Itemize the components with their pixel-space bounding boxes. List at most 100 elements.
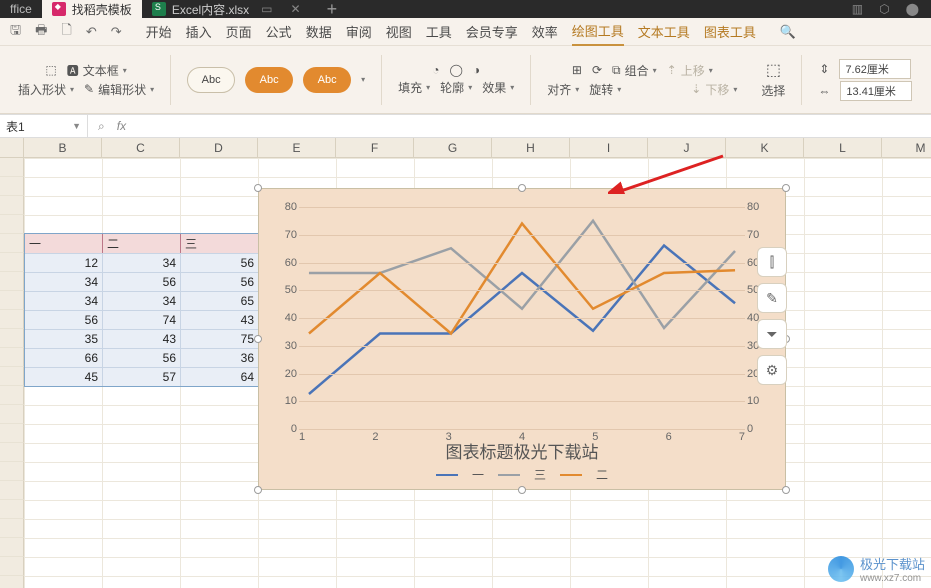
- menu-eff[interactable]: 效率: [532, 18, 558, 45]
- col-L[interactable]: L: [804, 138, 882, 157]
- save-icon[interactable]: 🖫: [10, 21, 21, 43]
- row-header[interactable]: [0, 405, 24, 424]
- table-cell[interactable]: 56: [25, 310, 103, 329]
- row-header[interactable]: [0, 253, 24, 272]
- table-cell[interactable]: 56: [181, 272, 259, 291]
- table-cell[interactable]: 12: [25, 253, 103, 272]
- table-cell[interactable]: 34: [25, 291, 103, 310]
- tab-template[interactable]: 找稻壳模板: [42, 0, 142, 18]
- print-icon[interactable]: 🖶: [35, 21, 47, 43]
- chart-filter-button[interactable]: ⏷: [757, 319, 787, 349]
- row-header[interactable]: [0, 519, 24, 538]
- table-header[interactable]: 三: [181, 234, 259, 253]
- table-cell[interactable]: 43: [103, 329, 181, 348]
- search-icon[interactable]: 🔍: [780, 20, 796, 44]
- menu-view[interactable]: 视图: [386, 18, 412, 45]
- fill-label[interactable]: 填充▾: [398, 79, 430, 96]
- redo-icon[interactable]: ↷: [111, 24, 122, 40]
- name-box[interactable]: 表1▼: [0, 115, 88, 137]
- fill-button[interactable]: ◔: [432, 63, 439, 77]
- row-header[interactable]: [0, 443, 24, 462]
- table-row[interactable]: 345656: [25, 272, 259, 291]
- window-icon-2[interactable]: ⬡: [879, 2, 889, 16]
- row-header[interactable]: [0, 367, 24, 386]
- align-button[interactable]: ⊞: [572, 63, 582, 77]
- plot-area[interactable]: [299, 207, 745, 427]
- row-header[interactable]: [0, 557, 24, 576]
- table-cell[interactable]: 43: [181, 310, 259, 329]
- style-preset-3[interactable]: Abc: [303, 67, 351, 93]
- insert-shape-button[interactable]: ⬚: [45, 63, 56, 77]
- row-header[interactable]: [0, 348, 24, 367]
- table-cell[interactable]: 65: [181, 291, 259, 310]
- outline-label[interactable]: 轮廓▾: [440, 79, 472, 96]
- table-row[interactable]: 354375: [25, 329, 259, 348]
- chart-legend[interactable]: 一三二: [259, 466, 785, 483]
- table-cell[interactable]: 56: [103, 348, 181, 367]
- row-header[interactable]: [0, 177, 24, 196]
- undo-icon[interactable]: ↶: [86, 24, 97, 40]
- fx-icon[interactable]: fx: [117, 119, 126, 133]
- select-all-corner[interactable]: [0, 138, 24, 158]
- table-cell[interactable]: 34: [103, 291, 181, 310]
- table-row[interactable]: 665636: [25, 348, 259, 367]
- table-cell[interactable]: 36: [181, 348, 259, 367]
- table-cell[interactable]: 74: [103, 310, 181, 329]
- tab-workbook[interactable]: Excel内容.xlsx ▭ ✕: [142, 0, 317, 18]
- col-D[interactable]: D: [180, 138, 258, 157]
- col-I[interactable]: I: [570, 138, 648, 157]
- chart-settings-button[interactable]: ⚙: [757, 355, 787, 385]
- menu-insert[interactable]: 插入: [186, 18, 212, 45]
- col-F[interactable]: F: [336, 138, 414, 157]
- col-M[interactable]: M: [882, 138, 931, 157]
- table-row[interactable]: 567443: [25, 310, 259, 329]
- row-header[interactable]: [0, 500, 24, 519]
- table-cell[interactable]: 34: [25, 272, 103, 291]
- col-J[interactable]: J: [648, 138, 726, 157]
- table-cell[interactable]: 64: [181, 367, 259, 386]
- resize-handle-ne[interactable]: [782, 184, 790, 192]
- tab-device-icon[interactable]: ▭: [255, 2, 278, 16]
- row-header[interactable]: [0, 215, 24, 234]
- col-G[interactable]: G: [414, 138, 492, 157]
- worksheet[interactable]: BCDEFGHIJKLM 一二三 12345634565634346556744…: [0, 138, 931, 588]
- menu-text-tools[interactable]: 文本工具: [638, 18, 690, 45]
- preview-icon[interactable]: 🗋: [61, 21, 71, 43]
- edit-shape-button[interactable]: ✎编辑形状▾: [84, 81, 154, 98]
- menu-formula[interactable]: 公式: [266, 18, 292, 45]
- row-header[interactable]: [0, 291, 24, 310]
- table-cell[interactable]: 75: [181, 329, 259, 348]
- table-row[interactable]: 455764: [25, 367, 259, 386]
- group-button[interactable]: ⧉组合▾: [612, 62, 657, 79]
- col-K[interactable]: K: [726, 138, 804, 157]
- tab-office[interactable]: ffice: [0, 0, 42, 18]
- align-label[interactable]: 对齐▾: [547, 81, 579, 98]
- table-row[interactable]: 123456: [25, 253, 259, 272]
- menu-data[interactable]: 数据: [306, 18, 332, 45]
- table-row[interactable]: 343465: [25, 291, 259, 310]
- style-preset-2[interactable]: Abc: [245, 67, 293, 93]
- col-E[interactable]: E: [258, 138, 336, 157]
- row-headers[interactable]: [0, 158, 24, 588]
- menu-vip[interactable]: 会员专享: [466, 18, 518, 45]
- menu-start[interactable]: 开始: [146, 18, 172, 45]
- row-header[interactable]: [0, 329, 24, 348]
- row-header[interactable]: [0, 576, 24, 588]
- table-cell[interactable]: 57: [103, 367, 181, 386]
- window-icon-3[interactable]: ⬤: [906, 2, 919, 16]
- menu-draw-tools[interactable]: 绘图工具: [572, 17, 624, 46]
- menu-tools[interactable]: 工具: [426, 18, 452, 45]
- chart-object[interactable]: 01020304050607080 01020304050607080 图表标题…: [258, 188, 786, 490]
- menu-page[interactable]: 页面: [226, 18, 252, 45]
- menu-chart-tools[interactable]: 图表工具: [704, 18, 756, 45]
- outline-button[interactable]: ◯: [449, 63, 462, 77]
- select-label[interactable]: 选择: [761, 82, 785, 99]
- row-header[interactable]: [0, 386, 24, 405]
- chart-style-button[interactable]: ✎: [757, 283, 787, 313]
- window-icon-1[interactable]: ▥: [852, 2, 863, 16]
- insert-shape-label[interactable]: 插入形状▾: [18, 81, 74, 98]
- style-preset-1[interactable]: Abc: [187, 67, 235, 93]
- menu-review[interactable]: 审阅: [346, 18, 372, 45]
- table-header[interactable]: 一: [25, 234, 103, 253]
- resize-handle-n[interactable]: [518, 184, 526, 192]
